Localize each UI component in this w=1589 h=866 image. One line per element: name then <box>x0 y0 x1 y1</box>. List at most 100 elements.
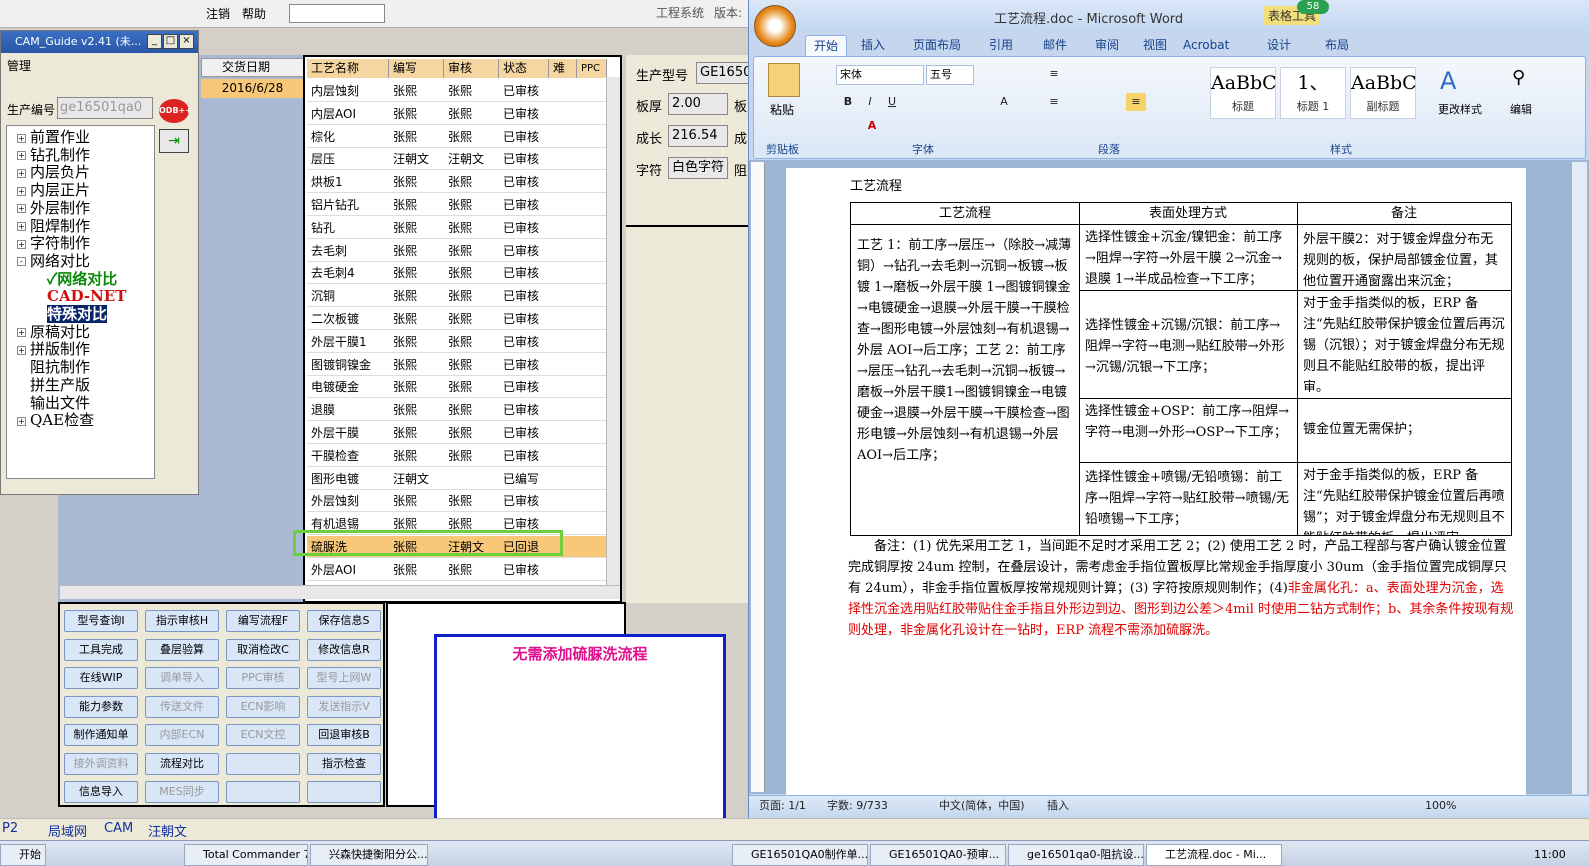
ribbon-tab[interactable]: 布局 <box>1325 35 1349 55</box>
justify-icon[interactable]: ≡ <box>1126 93 1146 111</box>
info-value[interactable]: 2.00 <box>668 93 728 115</box>
grow-font-icon[interactable]: A <box>994 93 1014 111</box>
table-row[interactable]: 二次板镀 张熙 张熙 已审核 <box>307 308 607 330</box>
minimize-button[interactable]: _ <box>147 34 162 49</box>
action-button[interactable]: 在线WIP <box>64 667 138 689</box>
action-button[interactable]: 内部ECN <box>145 724 219 746</box>
info-value[interactable]: 216.54 <box>668 125 728 147</box>
size-select[interactable]: 五号 <box>926 65 974 85</box>
action-button[interactable]: 发送指示V <box>307 695 381 718</box>
table-row[interactable]: 内层AOI 张熙 张熙 已审核 <box>307 103 607 125</box>
expand-icon[interactable]: + <box>17 151 26 161</box>
status-item[interactable]: P2 <box>2 821 18 836</box>
table-row[interactable]: 烘板1 张熙 张熙 已审核 <box>307 171 607 194</box>
taskbar-item[interactable]: GE16501QA0-预审... <box>870 844 1006 866</box>
change-style-label[interactable]: 更改样式 <box>1438 101 1482 117</box>
app-combo[interactable] <box>289 4 385 23</box>
tree-node[interactable]: + 前置作业 <box>17 128 90 146</box>
paste-icon[interactable] <box>768 63 800 97</box>
expand-icon[interactable]: + <box>17 239 26 249</box>
tree-node[interactable]: + 内层正片 <box>17 181 90 199</box>
manage-menu[interactable]: 管理 <box>7 57 31 74</box>
change-style-icon[interactable]: A <box>1440 67 1456 95</box>
menu-logout[interactable]: 注销 <box>206 4 230 24</box>
doc-table[interactable]: 工艺流程 表面处理方式 备注 工艺 1：前工序→层压→（除胶→减薄铜）→钻孔→去… <box>850 202 1512 536</box>
tree-node[interactable]: + 钻孔制作 <box>17 146 90 164</box>
action-button[interactable]: 工具完成 <box>64 638 138 661</box>
action-button[interactable]: ECN文控 <box>226 724 300 746</box>
col-header[interactable]: 工艺名称 <box>307 59 389 78</box>
underline-icon[interactable]: U <box>882 93 902 111</box>
expand-icon[interactable]: + <box>17 186 26 196</box>
document-page[interactable]: 工艺流程 工艺流程 表面处理方式 备注 工艺 1：前工序→层压→（除胶→减薄铜）… <box>786 168 1526 796</box>
ribbon-tab[interactable]: Acrobat <box>1183 35 1229 55</box>
table-row[interactable]: 外层蚀刻 张熙 张熙 已审核 <box>307 490 607 513</box>
insert-mode[interactable]: 插入 <box>1047 796 1069 816</box>
taskbar-item[interactable]: Total Commander 7... <box>184 844 308 866</box>
action-button[interactable]: ECN影响 <box>226 695 300 718</box>
date-column-header[interactable]: 交货日期 <box>201 58 304 77</box>
expand-icon[interactable]: + <box>17 222 26 231</box>
expand-icon[interactable]: - <box>17 257 26 267</box>
action-button[interactable]: 修改信息R <box>307 638 381 661</box>
taskbar-item[interactable]: GE16501QA0制作单... <box>732 844 868 866</box>
expand-icon[interactable]: + <box>17 328 26 338</box>
action-button[interactable]: 保存信息S <box>307 610 381 632</box>
table-row[interactable]: 退膜 张熙 张熙 已审核 <box>307 399 607 422</box>
tree-node[interactable]: - 网络对比 <box>17 252 90 270</box>
grid-vscrollbar[interactable] <box>606 77 620 587</box>
process-grid[interactable]: 工艺名称 编写 审核 状态 难 PPC 内层蚀刻 张熙 张熙 已审核 内层AOI 张熙 张熙… <box>303 55 622 603</box>
ribbon-tab[interactable]: 插入 <box>861 35 885 55</box>
action-button[interactable]: 指示审核H <box>145 610 219 632</box>
info-value[interactable]: 白色字符 <box>668 157 728 179</box>
language[interactable]: 中文(简体，中国) <box>939 796 1025 816</box>
expand-icon[interactable]: + <box>17 416 26 426</box>
action-button[interactable] <box>226 752 300 775</box>
action-button[interactable]: 制作通知单 <box>64 724 138 746</box>
odb-icon[interactable]: ODB++ <box>159 99 192 123</box>
tree-node[interactable]: + 字符制作 <box>17 234 90 252</box>
zoom-level[interactable]: 100% <box>1425 796 1456 816</box>
table-row[interactable]: 去毛刺 张熙 张熙 已审核 <box>307 240 607 262</box>
table-row[interactable]: 外层AOI 张熙 张熙 已审核 <box>307 559 607 581</box>
col-header[interactable]: 编写 <box>389 59 444 78</box>
italic-icon[interactable]: I <box>860 93 880 111</box>
action-button[interactable]: 指示检查 <box>307 752 381 775</box>
align-left-icon[interactable]: ≡ <box>1044 93 1064 111</box>
binoculars-icon[interactable]: ⚲ <box>1512 67 1525 88</box>
action-button[interactable]: 回退审核B <box>307 724 381 746</box>
ribbon-tab[interactable]: 邮件 <box>1043 35 1067 55</box>
expand-icon[interactable]: + <box>17 168 26 178</box>
ribbon-tab[interactable]: 引用 <box>989 35 1013 55</box>
font-select[interactable]: 宋体 <box>836 65 924 85</box>
action-button[interactable]: 编写流程F <box>226 610 300 632</box>
start-button[interactable]: 开始 <box>0 844 46 866</box>
table-row[interactable]: 外层干膜1 张熙 张熙 已审核 <box>307 331 607 353</box>
tree-node[interactable]: + 外层制作 <box>17 199 90 217</box>
expand-icon[interactable]: + <box>17 133 26 143</box>
table-row[interactable]: 棕化 张熙 张熙 已审核 <box>307 126 607 148</box>
action-button[interactable]: 能力参数 <box>64 695 138 718</box>
tree-node[interactable]: 特殊对比 <box>47 305 108 323</box>
doc-scrollbar[interactable] <box>1571 162 1587 794</box>
col-header[interactable]: 审核 <box>444 59 499 78</box>
date-cell[interactable]: 2016/6/28 <box>201 79 304 98</box>
col-header[interactable]: 状态 <box>499 59 549 78</box>
table-row[interactable]: 铝片钻孔 张熙 张熙 已审核 <box>307 194 607 216</box>
tree-node[interactable]: + QAE检查 <box>17 411 94 429</box>
paste-label[interactable]: 粘贴 <box>770 101 794 118</box>
cam-tree[interactable]: + 前置作业 + 钻孔制作 + 内层负片 + 内层正片 + 外层制作 + 阻焊制作 + 字符制作 - 网络对比… <box>6 125 155 479</box>
col-header[interactable]: PPC <box>577 59 607 78</box>
style-subtitle[interactable]: AaBbC 副标题 <box>1350 67 1417 119</box>
table-row[interactable]: 外层干膜 张熙 张熙 已审核 <box>307 422 607 444</box>
style-title[interactable]: AaBbC 标题 <box>1210 67 1277 119</box>
ribbon-tab[interactable]: 开始 <box>805 35 848 56</box>
close-button[interactable]: × <box>179 34 194 49</box>
table-row[interactable]: 层压 汪朝文 汪朝文 已审核 <box>307 148 607 171</box>
font-color-icon[interactable]: A <box>862 117 882 135</box>
taskbar-item[interactable]: 工艺流程.doc - Mi... <box>1146 844 1282 866</box>
action-button[interactable]: 调单导入 <box>145 667 219 689</box>
expand-icon[interactable]: + <box>17 204 26 214</box>
tree-node[interactable]: + 原稿对比 <box>17 323 90 341</box>
style-heading1[interactable]: 1、 标题 1 <box>1280 67 1346 119</box>
